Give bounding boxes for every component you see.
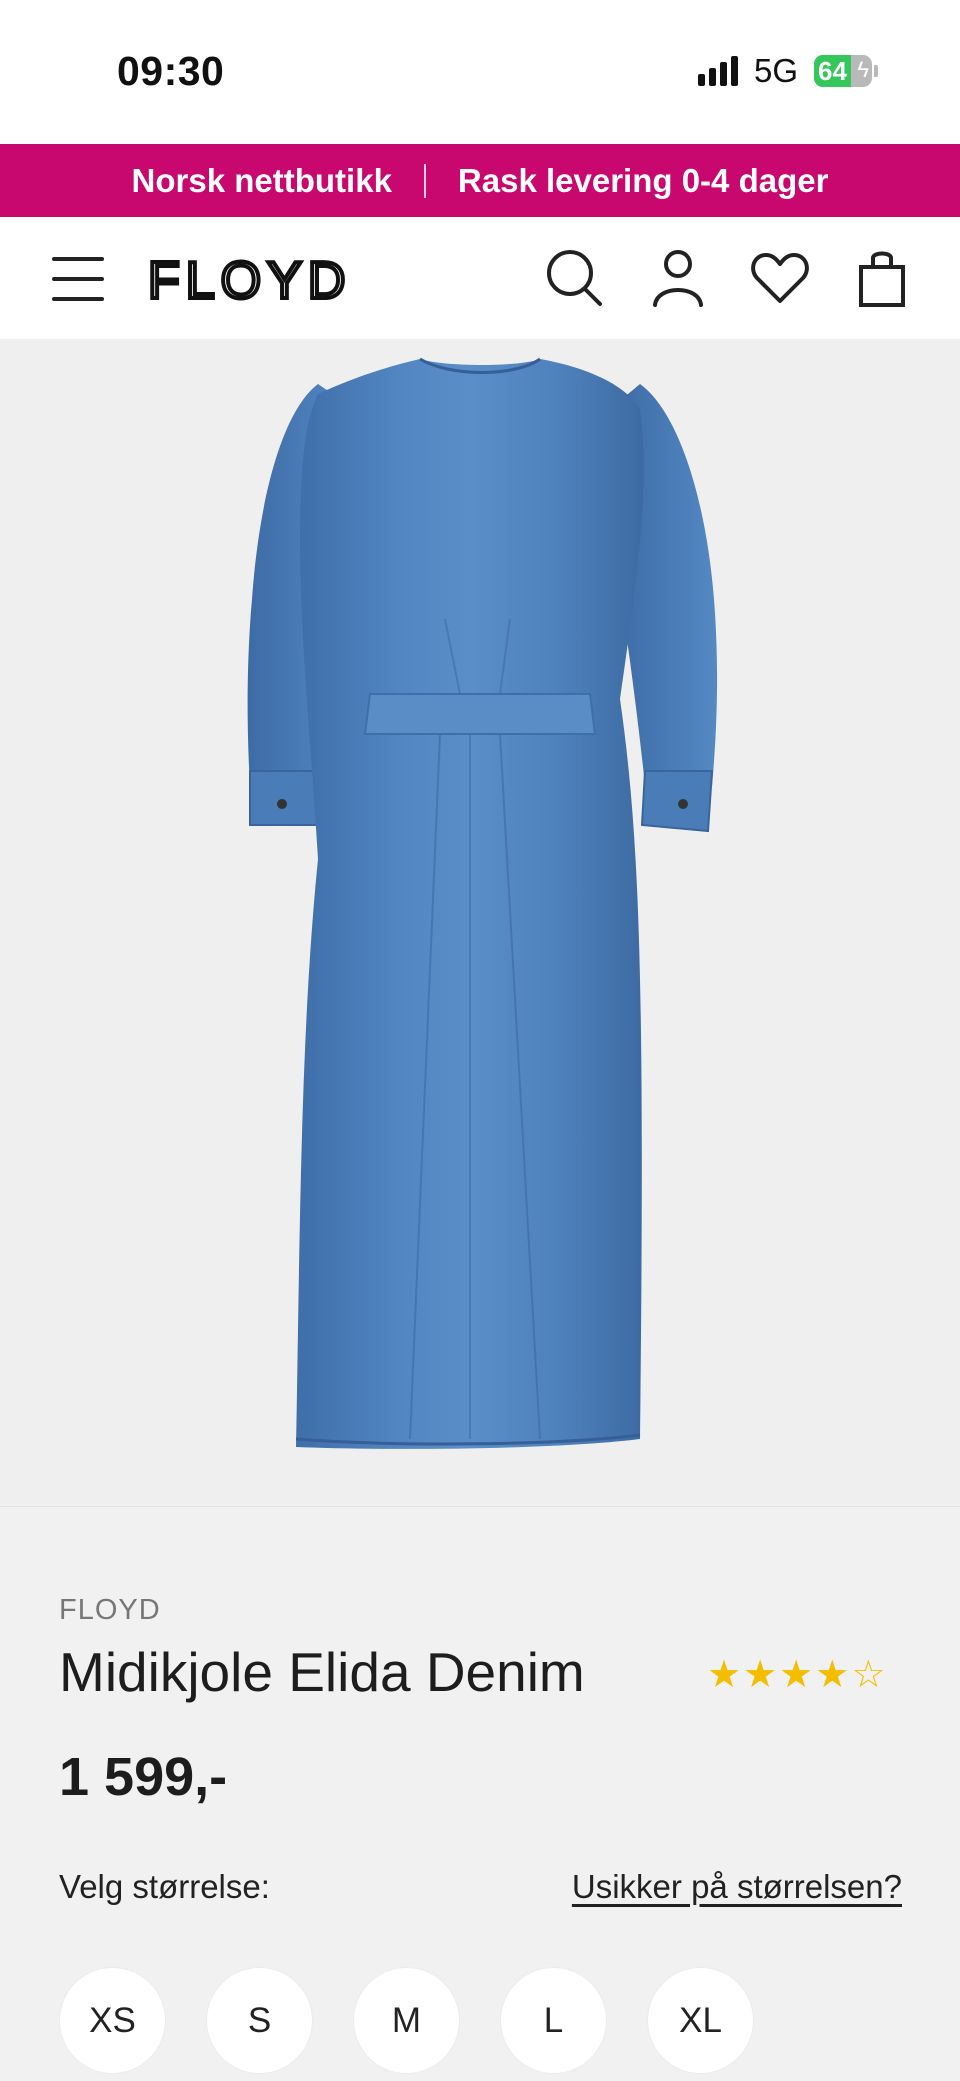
menu-icon[interactable] — [52, 257, 104, 301]
bag-icon[interactable] — [852, 247, 912, 309]
floyd-logo[interactable]: FLOYD — [148, 253, 444, 303]
promo-text-right: Rask levering 0-4 dager — [457, 161, 829, 199]
status-bar: 09:30 5G 64 ϟ — [0, 0, 960, 144]
status-indicators: 5G 64 ϟ — [697, 52, 878, 90]
site-header: FLOYD — [0, 217, 960, 339]
promo-divider — [423, 163, 426, 198]
battery-icon: 64 ϟ — [814, 55, 872, 87]
size-label: Velg størrelse: — [59, 1868, 270, 1905]
account-icon[interactable] — [648, 247, 708, 309]
promo-text-left: Norsk nettbutikk — [131, 161, 392, 199]
size-option-s[interactable]: S — [206, 1967, 313, 2074]
search-icon[interactable] — [544, 247, 604, 309]
star-filled-icon: ★ — [779, 1654, 814, 1696]
size-option-xs[interactable]: XS — [59, 1967, 166, 2074]
product-title: Midikjole Elida Denim — [59, 1641, 585, 1703]
battery-level: 64 — [818, 56, 847, 86]
product-image — [247, 357, 718, 1449]
promo-bar: Norsk nettbutikk Rask levering 0-4 dager — [0, 144, 960, 217]
size-option-m[interactable]: M — [353, 1967, 460, 2074]
product-image-gallery[interactable] — [0, 339, 960, 1774]
size-option-xl[interactable]: XL — [647, 1967, 754, 2074]
heart-icon[interactable] — [750, 247, 810, 309]
star-filled-icon: ★ — [815, 1654, 850, 1696]
product-price: 1 599,- — [59, 1747, 228, 1807]
star-filled-icon: ★ — [743, 1654, 778, 1696]
charging-icon: ϟ — [857, 57, 869, 82]
size-selector: XS S M L XL — [59, 1967, 754, 2074]
status-time: 09:30 — [117, 48, 225, 94]
network-type: 5G — [753, 52, 798, 89]
size-option-l[interactable]: L — [500, 1967, 607, 2074]
star-filled-icon: ★ — [707, 1654, 742, 1696]
signal-icon — [697, 56, 738, 86]
logo-text: FLOYD — [148, 253, 351, 303]
product-rating[interactable]: ★ ★ ★ ★ ☆ — [707, 1656, 885, 1694]
size-guide-link[interactable]: Usikker på størrelsen? — [572, 1868, 902, 1906]
star-empty-icon: ☆ — [851, 1654, 886, 1696]
product-brand[interactable]: FLOYD — [59, 1594, 161, 1627]
